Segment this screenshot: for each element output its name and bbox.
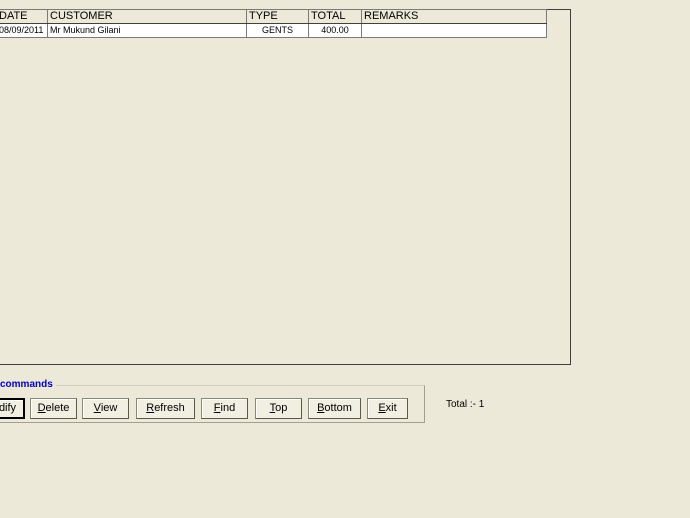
bottom-button[interactable]: Bottom	[308, 398, 361, 419]
view-button[interactable]: View	[82, 398, 129, 419]
cell-remarks[interactable]	[361, 23, 547, 38]
refresh-button[interactable]: Refresh	[136, 398, 195, 419]
top-button[interactable]: Top	[255, 398, 302, 419]
column-header-remarks[interactable]: REMARKS	[361, 9, 547, 24]
find-button[interactable]: Find	[201, 398, 248, 419]
delete-button[interactable]: Delete	[30, 398, 77, 419]
find-button-label: ind	[220, 402, 236, 414]
column-header-customer[interactable]: CUSTOMER	[47, 9, 247, 24]
exit-hotkey: E	[378, 402, 386, 414]
refresh-hotkey: R	[146, 402, 155, 414]
view-hotkey: V	[93, 402, 101, 414]
grid-header-row: DATE CUSTOMER TYPE TOTAL REMARKS	[0, 9, 547, 24]
column-header-type[interactable]: TYPE	[246, 9, 309, 24]
modify-button[interactable]: dify	[0, 398, 25, 419]
cell-total[interactable]: 400.00	[308, 23, 362, 38]
cell-customer[interactable]: Mr Mukund Gilani	[47, 23, 247, 38]
find-hotkey: F	[213, 402, 221, 414]
column-header-date[interactable]: DATE	[0, 9, 48, 24]
records-grid[interactable]: DATE CUSTOMER TYPE TOTAL REMARKS 08/09/2…	[0, 9, 547, 38]
refresh-button-label: efresh	[154, 402, 185, 414]
cell-date[interactable]: 08/09/2011	[0, 23, 48, 38]
cell-type[interactable]: GENTS	[246, 23, 309, 38]
exit-button[interactable]: Exit	[367, 398, 408, 419]
top-button-label: op	[275, 402, 288, 414]
commands-legend: commands	[0, 379, 56, 391]
column-header-total[interactable]: TOTAL	[308, 9, 362, 24]
delete-button-label: elete	[45, 402, 70, 414]
bottom-button-label: ottom	[324, 402, 352, 414]
delete-hotkey: D	[37, 402, 46, 414]
table-row[interactable]: 08/09/2011 Mr Mukund Gilani GENTS 400.00	[0, 23, 547, 38]
records-grid-frame	[0, 9, 571, 365]
modify-button-label: dify	[0, 402, 17, 414]
view-button-label: iew	[100, 402, 118, 414]
exit-button-label: xit	[385, 402, 397, 414]
total-count-label: Total :- 1	[446, 399, 485, 410]
